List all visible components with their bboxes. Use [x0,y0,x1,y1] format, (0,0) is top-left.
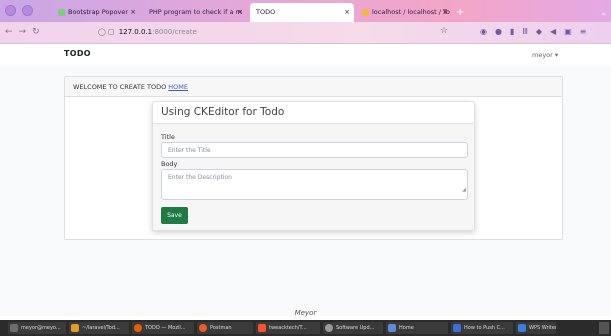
tray-icon[interactable] [599,322,609,334]
browser-navigation-bar: ←→↻ ◯ ▢ 127.0.0.1:8000/create ☆ ◉ ● ▮ Ⅲ ◆… [0,22,611,44]
main-content: WELCOME TO CREATE TODO HOME Using CKEdit… [0,66,611,316]
resize-handle-icon[interactable]: ◢ [462,182,466,198]
brave-icon [258,324,266,332]
title-input[interactable]: Enter the Title [161,142,468,158]
todo-card: WELCOME TO CREATE TODO HOME Using CKEdit… [64,76,563,240]
tab-localhost[interactable]: localhost / localhost / To × [356,3,452,22]
bookmark-icon[interactable]: ▮ [510,27,514,37]
page-info-icon[interactable]: ◯ ▢ [98,28,115,36]
tab-bootstrap-popover[interactable]: Bootstrap Popover × [52,3,140,22]
todo-form: Using CKEditor for Todo Title Enter the … [152,101,475,231]
back-icon[interactable]: ← [5,27,19,37]
card-header: WELCOME TO CREATE TODO HOME [65,77,562,97]
user-menu[interactable]: meyor ▾ [532,51,558,59]
taskbar-item-files[interactable]: ~/laravel/Tod... [69,322,129,334]
forward-icon[interactable]: → [19,27,33,37]
os-taskbar: meyor@meyo... ~/laravel/Tod... TODO — Mo… [0,320,611,336]
body-label: Body [161,160,178,168]
list-all-tabs-icon[interactable]: ⌄ [600,3,607,22]
app-brand[interactable]: TODO [64,49,91,58]
arrow-icon[interactable]: ◀ [550,27,556,37]
taskbar-item-terminal[interactable]: meyor@meyo... [8,322,66,334]
home-folder-icon [388,324,396,332]
body-textarea[interactable]: Enter the Description ◢ [161,169,468,200]
window-button-icon[interactable] [22,5,33,16]
wps-writer-icon [518,324,526,332]
window-controls [5,5,33,16]
firefox-icon [134,324,142,332]
bookmark-star-icon[interactable]: ☆ [440,26,448,36]
pocket-icon[interactable]: ◉ [480,27,487,37]
postman-icon [199,324,207,332]
close-tab-icon[interactable]: × [237,3,243,22]
tab-php-program[interactable]: PHP program to check if a m × [143,3,247,22]
close-tab-icon[interactable]: × [344,3,350,22]
taskbar-item-brave[interactable]: tweacktech/T... [256,322,320,334]
menu-icon[interactable]: ≡ [580,27,587,37]
home-link[interactable]: HOME [168,83,188,91]
tab-favicon-icon [58,8,65,16]
navigation-buttons: ←→↻ [5,27,46,37]
url-bar[interactable]: ◯ ▢ 127.0.0.1:8000/create [98,26,197,39]
taskbar-item-firefox[interactable]: TODO — Mozil... [132,322,194,334]
shield-icon[interactable]: ◆ [536,27,542,37]
close-tab-icon[interactable]: × [130,3,136,22]
terminal-icon [10,324,18,332]
title-label: Title [161,133,175,141]
browser-toolbar-icons: ◉ ● ▮ Ⅲ ◆ ◀ ▣ ≡ [480,27,586,37]
save-button[interactable]: Save [161,207,188,224]
window-button-icon[interactable] [5,5,16,16]
form-title: Using CKEditor for Todo [161,106,285,118]
tab-favicon-icon [362,8,369,16]
browser-window-icon [453,324,461,332]
taskbar-item-wps-writer[interactable]: WPS Writer [516,322,556,334]
footer-text: Meyor [294,309,317,317]
tab-todo[interactable]: TODO × [250,3,354,22]
taskbar-item-home[interactable]: Home [386,322,448,334]
account-icon[interactable]: ▣ [564,27,572,37]
taskbar-item-how-to-push[interactable]: How to Push C... [451,322,513,334]
extension-icon[interactable]: ● [495,27,502,37]
browser-tab-strip: Bootstrap Popover × PHP program to check … [0,0,611,22]
app-navbar: TODO meyor ▾ [0,44,611,66]
reload-icon[interactable]: ↻ [32,27,46,37]
taskbar-item-software-updater[interactable]: Software Upd... [323,322,383,334]
updater-icon [325,324,333,332]
close-tab-icon[interactable]: × [442,3,448,22]
new-tab-icon[interactable]: + [456,3,464,22]
folder-icon [71,324,79,332]
taskbar-item-postman[interactable]: Postman [197,322,253,334]
library-icon[interactable]: Ⅲ [522,27,528,37]
